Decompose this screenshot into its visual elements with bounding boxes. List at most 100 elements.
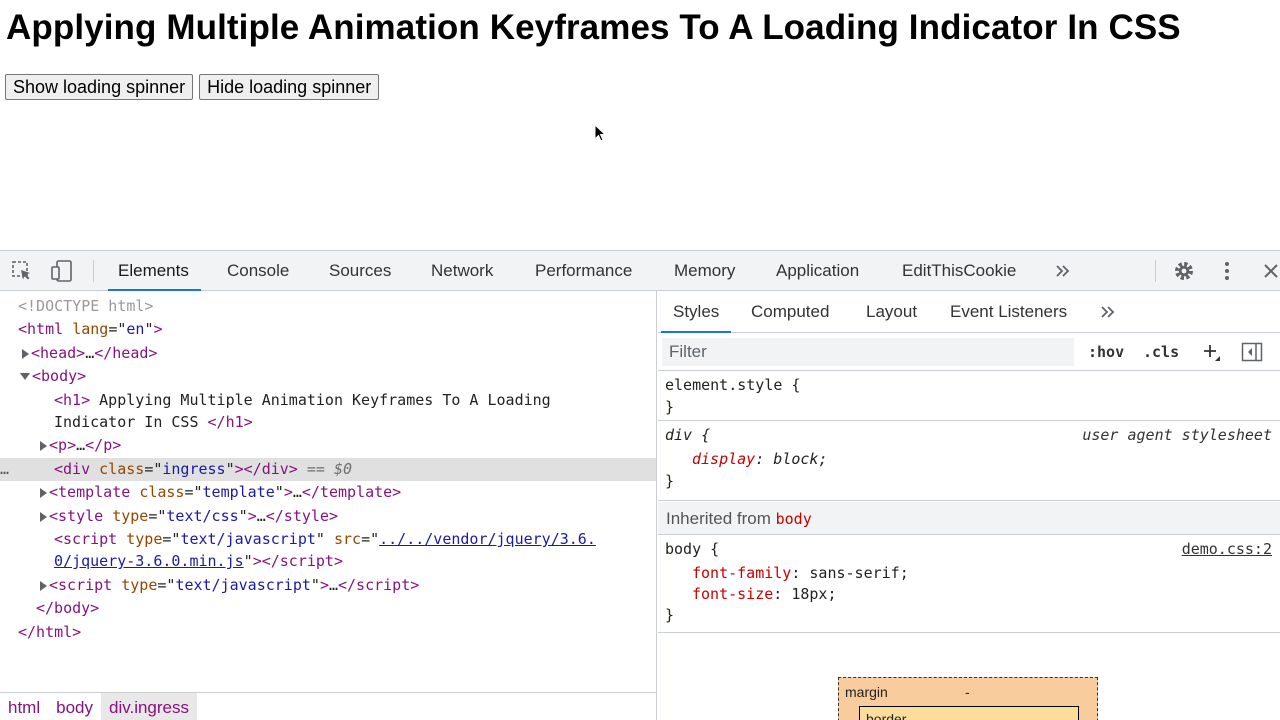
dom-node-style[interactable]: <style type="text/css">…</style> [40,505,338,528]
dom-node-body[interactable]: <body> [20,365,86,388]
inherited-from-link[interactable]: body [776,510,812,528]
prop-value: 18px [791,585,828,603]
page-viewport: Applying Multiple Animation Keyframes To… [0,0,1280,250]
margin-value[interactable]: - [965,684,970,700]
attr-name: lang [72,320,109,338]
prop-value: sans-serif [809,564,900,582]
expand-triangle-icon[interactable] [40,440,47,451]
div-selector[interactable]: div { [665,424,710,446]
breadcrumb-html[interactable]: html [0,693,48,720]
dom-node-p[interactable]: <p>…</p> [40,434,121,457]
toolbar-divider [1155,260,1156,282]
toggle-sidebar-icon[interactable] [1240,340,1264,364]
tab-memory[interactable]: Memory [674,251,735,291]
styles-tabbar: Styles Computed Layout Event Listeners [658,291,1280,333]
dom-node-script-inline[interactable]: <script type="text/javascript">…</script… [40,574,419,597]
body-font-size-declaration[interactable]: font-size: 18px; [692,583,837,605]
dom-node-div-ingress-selected[interactable]: … <div class="ingress"></div> == $0 [0,458,656,481]
breadcrumb-body[interactable]: body [48,693,101,720]
tab-performance[interactable]: Performance [535,251,632,291]
expand-triangle-icon[interactable] [40,580,47,591]
dom-node-template[interactable]: <template class="template">…</template> [40,481,401,504]
elements-tree: <!DOCTYPE html> <html lang="en"> <head>…… [0,291,657,720]
kebab-menu-icon[interactable] [1215,259,1239,283]
h1-text-line-2: Indicator In CSS [54,413,208,431]
mouse-cursor-icon [594,124,606,142]
body-font-family-declaration[interactable]: font-family: sans-serif; [692,562,909,584]
ellipsis: … [292,483,302,501]
p-tag: p [58,436,68,454]
tab-sources[interactable]: Sources [329,251,391,291]
div-display-declaration[interactable]: display: block; [692,448,827,470]
close-brace: } [665,398,675,416]
button-row: Show loading spinner Hide loading spinne… [5,74,380,100]
tab-event-listeners[interactable]: Event Listeners [950,291,1067,333]
template-class-value: template [202,483,275,501]
doctype-text: <!DOCTYPE html> [18,297,154,315]
p-close-tag: p [103,436,113,454]
inherited-label: Inherited from [666,509,771,528]
tab-network[interactable]: Network [431,251,493,291]
inherited-from-header: Inherited from body [658,502,1280,535]
chevron-double-right-icon[interactable] [1096,300,1120,324]
head-tag: head [40,344,77,362]
expand-triangle-icon[interactable] [40,511,47,522]
tab-console[interactable]: Console [227,251,289,291]
gear-icon[interactable] [1172,259,1196,283]
script-src-link[interactable]: ../../vendor/jquery/3.6. [379,530,596,548]
hide-spinner-button[interactable]: Hide loading spinner [199,74,380,100]
breadcrumb-div-ingress[interactable]: div.ingress [101,692,197,720]
demo-css-source-link[interactable]: demo.css:2 [1182,538,1272,560]
script-src-link-cont[interactable]: 0/jquery-3.6.0.min.js [54,552,244,570]
close-brace: } [665,606,675,624]
html-tag: html [27,320,64,338]
body-selector[interactable]: body { [665,538,719,560]
show-spinner-button[interactable]: Show loading spinner [5,74,194,100]
dom-node-h1[interactable]: <h1> Applying Multiple Animation Keyfram… [54,389,551,412]
tab-layout[interactable]: Layout [866,291,917,333]
h1-text-line-1: Applying Multiple Animation Keyframes To… [90,391,551,409]
element-style-selector[interactable]: element.style { [665,374,800,396]
collapse-triangle-icon[interactable] [20,373,30,380]
border-label: border [866,711,907,720]
tab-styles[interactable]: Styles [660,291,732,333]
prop-name: font-size [692,585,774,603]
inspect-element-icon[interactable] [10,259,34,283]
dom-node-h1-cont[interactable]: Indicator In CSS </h1> [54,411,253,434]
user-agent-source: user agent stylesheet [1082,426,1272,444]
margin-label: margin [845,684,888,700]
class-toggle[interactable]: .cls [1143,333,1179,371]
hover-state-toggle[interactable]: :hov [1088,333,1124,371]
dom-node-doctype[interactable]: <!DOCTYPE html> [18,295,153,318]
ellipsis: … [85,344,95,362]
dom-node-html[interactable]: <html lang="en"> [18,318,163,341]
expand-triangle-icon[interactable] [40,487,47,498]
dom-node-script-src[interactable]: <script type="text/javascript" src="../.… [54,528,596,551]
dom-node-script-src-cont[interactable]: 0/jquery-3.6.0.min.js"></script> [54,550,343,573]
chevron-double-right-icon[interactable] [1051,259,1075,283]
devtools-panel: Elements Console Sources Network Perform… [0,250,1280,720]
more-actions-dots[interactable]: … [0,458,9,481]
device-toolbar-icon[interactable] [50,259,74,283]
tab-computed[interactable]: Computed [751,291,829,333]
tab-application[interactable]: Application [776,251,859,291]
head-close-tag: head [112,344,149,362]
prop-name: font-family [692,564,792,582]
tab-editthiscookie[interactable]: EditThisCookie [902,251,1016,291]
expand-triangle-icon[interactable] [22,348,29,359]
styles-filter-input[interactable] [662,338,1074,366]
script-type-value: text/javascript [175,576,311,594]
rule-body: body { demo.css:2 font-family: sans-seri… [658,535,1280,633]
dom-node-body-close[interactable]: </body> [36,597,99,620]
close-icon[interactable] [1259,259,1280,283]
ellipsis: … [328,576,338,594]
plus-new-rule-icon[interactable] [1199,340,1223,364]
tab-elements[interactable]: Elements [108,251,201,291]
dom-node-head[interactable]: <head>…</head> [22,342,157,365]
toolbar-divider [93,260,94,282]
prop-value: block [773,450,819,468]
prop-name: display [692,450,756,468]
dom-node-html-close[interactable]: </html> [18,621,81,644]
rule-element-style: element.style { } [658,371,1280,421]
div-class-value: ingress [162,460,226,478]
